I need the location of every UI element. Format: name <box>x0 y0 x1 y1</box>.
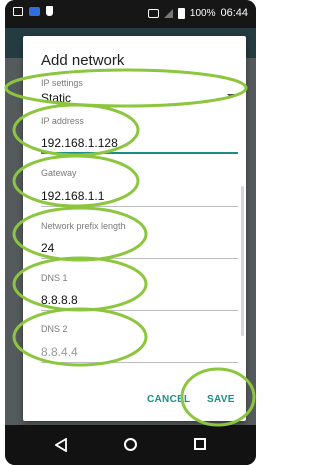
dns2-label: DNS 2 <box>41 324 68 334</box>
prefix-length-underline <box>41 258 238 259</box>
dialog-title: Add network <box>41 52 125 69</box>
battery-percent: 100% <box>189 7 216 19</box>
prefix-length-field[interactable]: 24 <box>41 241 54 255</box>
battery-icon <box>177 7 185 19</box>
navigation-bar <box>5 425 256 465</box>
chevron-down-icon[interactable] <box>227 94 235 98</box>
prefix-length-label: Network prefix length <box>41 221 126 231</box>
add-network-dialog: Add network IP settings Static IP addres… <box>23 36 246 421</box>
dns2-underline <box>41 362 238 363</box>
dns1-field[interactable]: 8.8.8.8 <box>41 293 78 307</box>
dns1-underline <box>41 310 238 311</box>
cancel-button[interactable]: CANCEL <box>147 394 190 405</box>
ip-settings-label: IP settings <box>41 78 83 88</box>
vibrate-icon <box>147 8 159 18</box>
status-right-icons: 100% 06:44 <box>147 7 248 19</box>
save-button[interactable]: SAVE <box>207 394 235 405</box>
screenshot-frame: 100% 06:44 Add network IP settings Stati… <box>0 0 261 465</box>
ip-address-label: IP address <box>41 116 84 126</box>
home-icon[interactable] <box>124 438 137 451</box>
gateway-field[interactable]: 192.168.1.1 <box>41 189 104 203</box>
clock: 06:44 <box>220 7 248 19</box>
usb-plug-icon <box>46 6 53 16</box>
back-icon[interactable] <box>55 438 67 452</box>
dialog-scrollbar[interactable] <box>241 186 244 336</box>
dns2-field[interactable]: 8.8.4.4 <box>41 345 78 359</box>
ip-address-field[interactable]: 192.168.1.128 <box>41 136 118 150</box>
ip-address-underline <box>41 152 238 154</box>
status-left-icons <box>13 6 53 16</box>
ip-settings-select[interactable]: Static <box>41 91 71 105</box>
gateway-underline <box>41 206 238 207</box>
status-bar: 100% 06:44 <box>5 0 256 28</box>
screenshot-notification-icon <box>13 6 23 16</box>
sim-notification-icon <box>29 6 40 16</box>
dns1-label: DNS 1 <box>41 273 68 283</box>
signal-icon <box>163 8 173 18</box>
recents-icon[interactable] <box>194 438 206 450</box>
gateway-label: Gateway <box>41 168 77 178</box>
